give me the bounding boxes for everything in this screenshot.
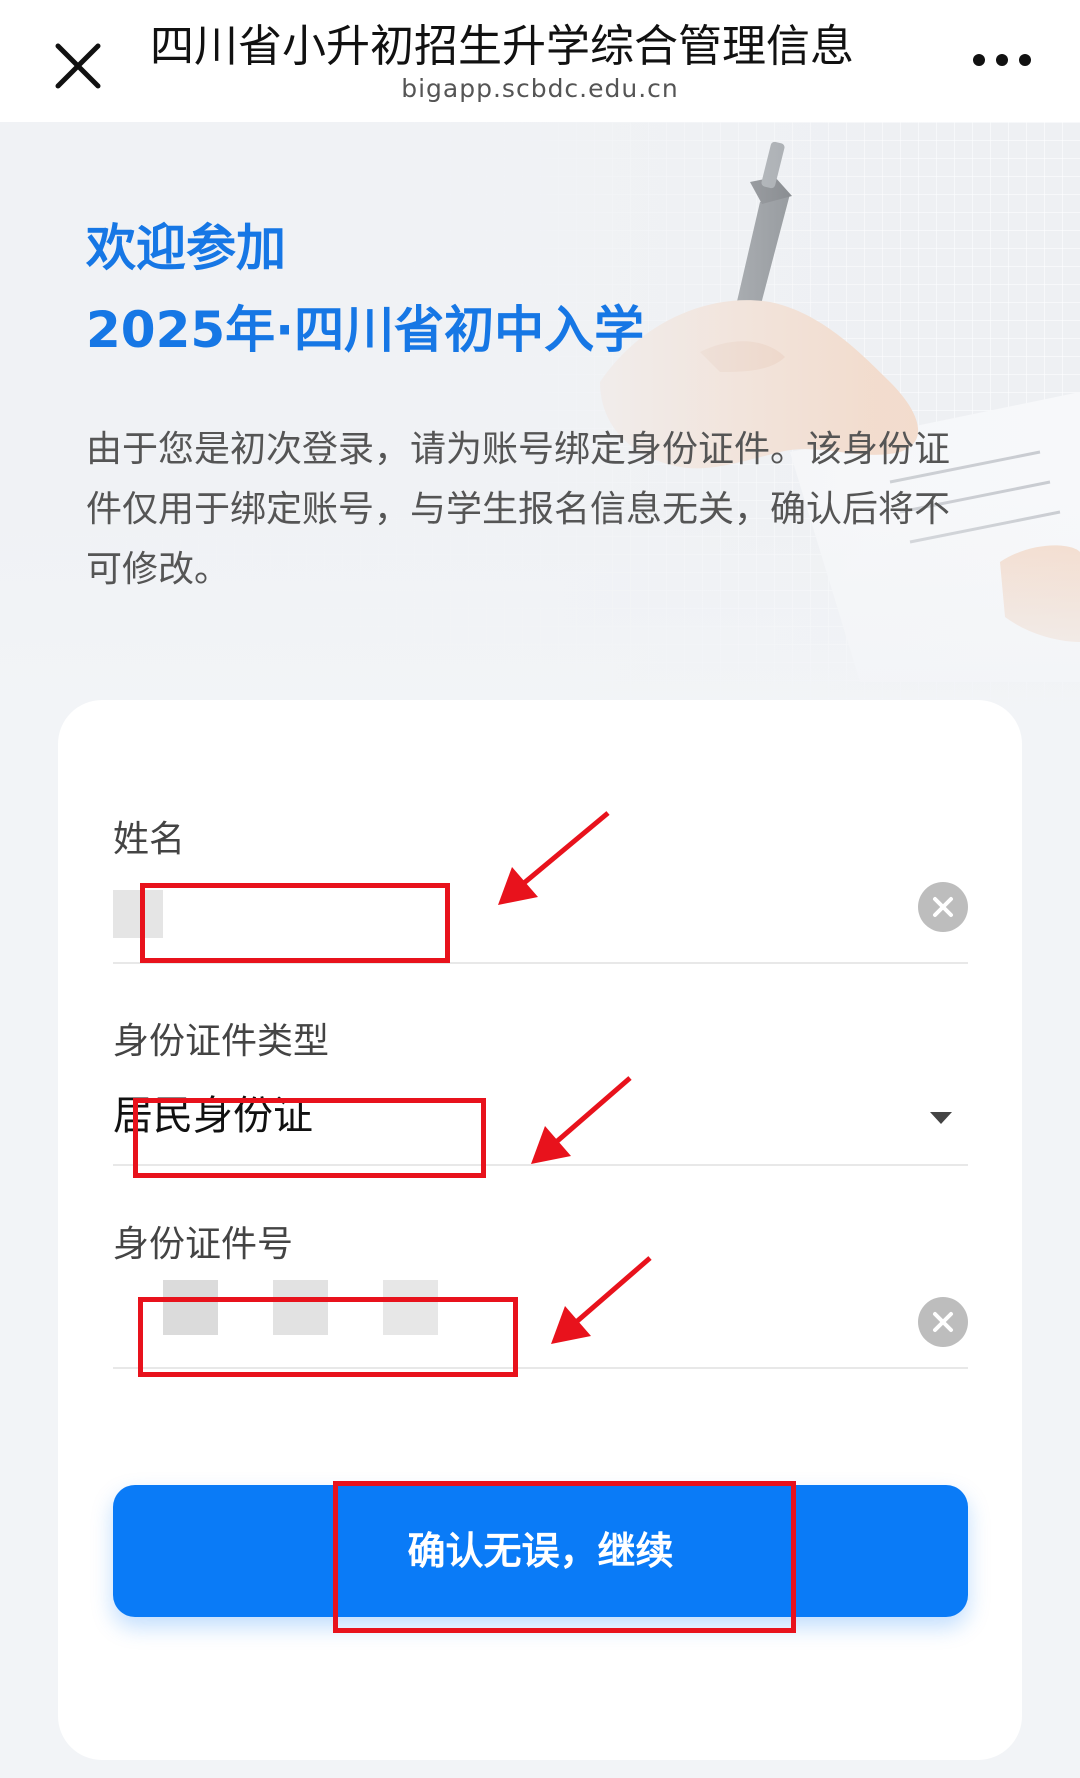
welcome-heading: 欢迎参加 xyxy=(86,219,286,277)
binding-notice: 由于您是初次登录，请为账号绑定身份证件。该身份证件仅用于绑定账号，与学生报名信息… xyxy=(86,429,951,590)
dropdown-arrow-icon[interactable] xyxy=(928,1110,954,1126)
top-navigation-bar: 四川省小升初招生升学综合管理信息 bigapp.scbdc.edu.cn xyxy=(0,0,1080,122)
site-url: bigapp.scbdc.edu.cn xyxy=(401,74,679,103)
annotation-arrow-name xyxy=(498,811,610,905)
event-heading: 2025年·四川省初中入学 xyxy=(86,301,645,359)
title-fade xyxy=(850,18,910,76)
page-title: 四川省小升初招生升学综合管理信息 xyxy=(150,18,910,76)
annotation-box-id-type xyxy=(133,1098,486,1178)
more-icon[interactable] xyxy=(970,44,1034,74)
clear-name-icon[interactable] xyxy=(918,882,968,932)
name-label: 姓名 xyxy=(113,819,186,860)
annotation-box-id-number xyxy=(138,1297,518,1377)
clear-id-number-icon[interactable] xyxy=(918,1297,968,1347)
page-title-text: 四川省小升初招生升学综合管理信息 xyxy=(150,21,854,72)
id-type-label: 身份证件类型 xyxy=(113,1021,330,1062)
annotation-box-confirm xyxy=(333,1481,796,1633)
id-number-label: 身份证件号 xyxy=(113,1224,294,1265)
annotation-arrow-id-type xyxy=(531,1076,632,1164)
annotation-arrow-id-number xyxy=(551,1256,652,1344)
clear-x-glyph xyxy=(933,1312,953,1332)
clear-x-glyph xyxy=(933,897,953,917)
annotation-box-name xyxy=(140,883,450,963)
hero-banner: 欢迎参加 2025年·四川省初中入学 由于您是初次登录，请为账号绑定身份证件。该… xyxy=(0,122,1080,722)
